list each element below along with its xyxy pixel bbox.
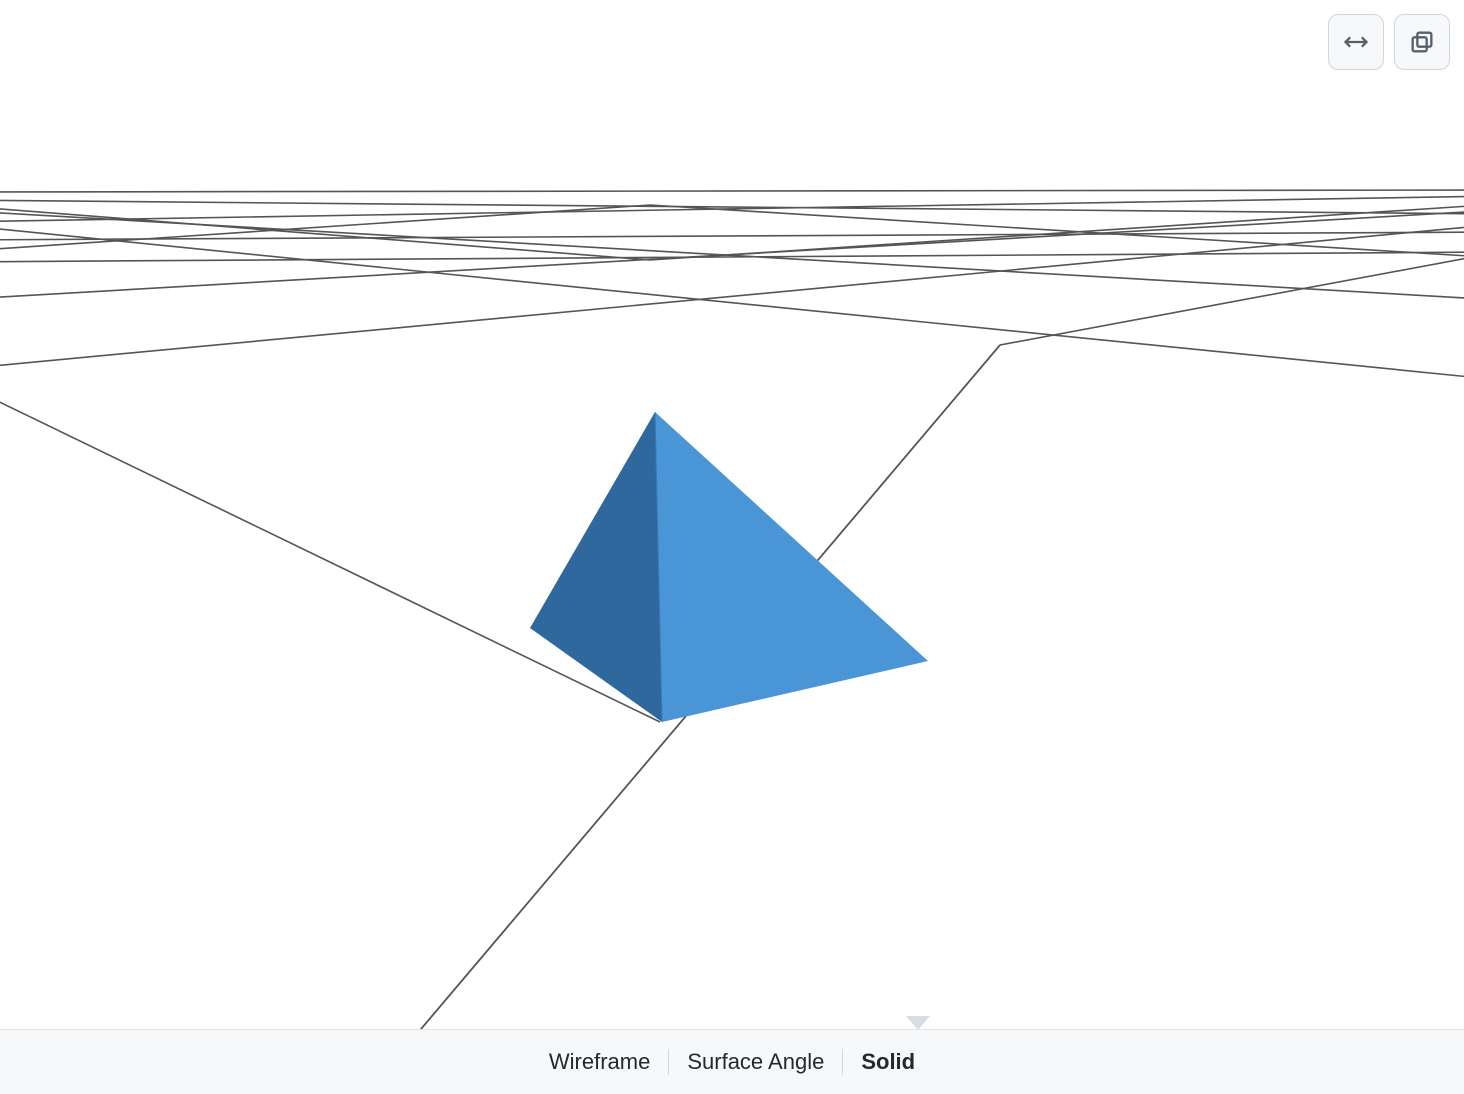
active-mode-caret-icon <box>906 1016 930 1030</box>
mode-surface-angle[interactable]: Surface Angle <box>669 1045 842 1079</box>
render-mode-group: Wireframe Surface Angle Solid <box>531 1045 933 1079</box>
popout-button[interactable] <box>1394 14 1450 70</box>
expand-horizontal-icon <box>1342 28 1370 56</box>
popout-icon <box>1408 28 1436 56</box>
expand-horizontal-button[interactable] <box>1328 14 1384 70</box>
mode-wireframe[interactable]: Wireframe <box>531 1045 668 1079</box>
render-mode-bar: Wireframe Surface Angle Solid <box>0 1029 1464 1094</box>
viewport-canvas <box>0 0 1464 1094</box>
tetrahedron <box>530 412 928 722</box>
mode-solid[interactable]: Solid <box>843 1045 933 1079</box>
viewer-toolbar <box>1328 14 1450 70</box>
model-viewport[interactable] <box>0 0 1464 1094</box>
